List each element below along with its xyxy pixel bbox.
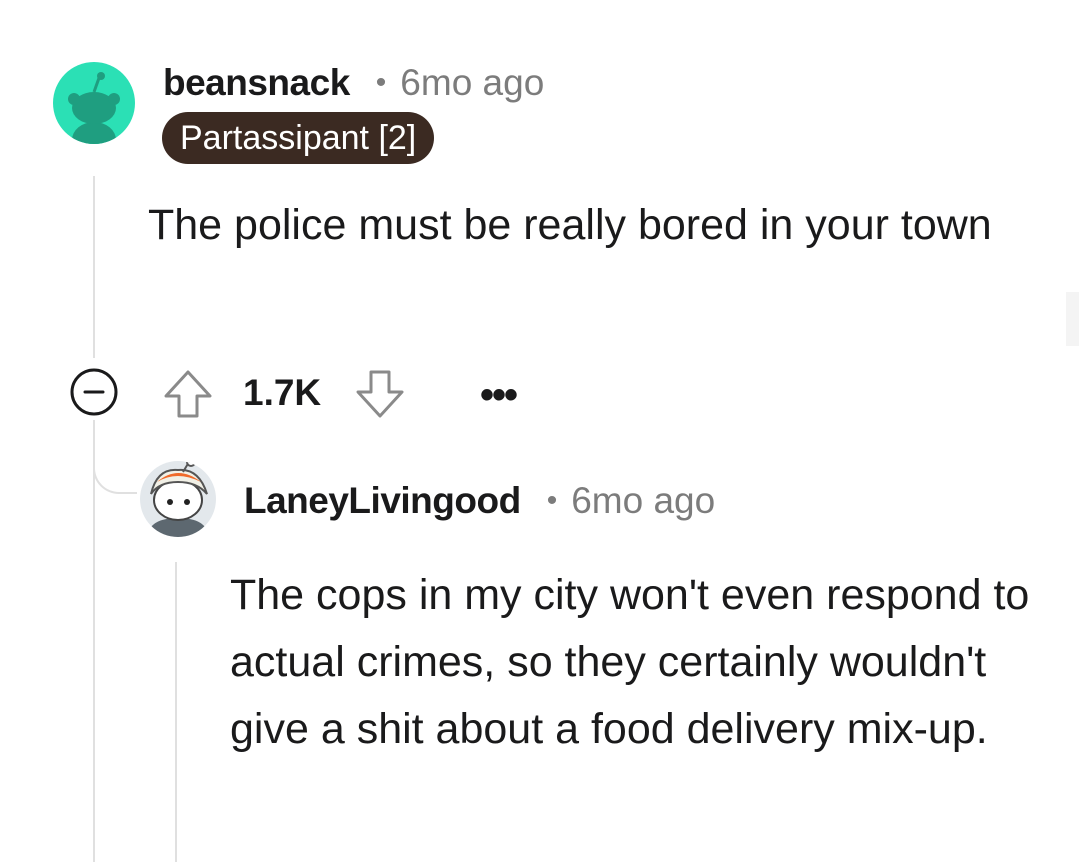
user-flair: Partassipant [2] (162, 112, 435, 164)
timestamp: 6mo ago (571, 480, 716, 521)
separator-dot: • (546, 484, 558, 517)
timestamp: 6mo ago (400, 62, 545, 103)
comment-meta: beansnack • 6mo ago (163, 60, 544, 106)
more-options-button[interactable]: ••• (470, 370, 526, 420)
separator-dot: • (375, 66, 387, 99)
username-link[interactable]: beansnack (163, 62, 350, 104)
upvote-button[interactable] (160, 366, 216, 422)
username-link[interactable]: LaneyLivingood (244, 480, 521, 522)
avatar[interactable] (53, 62, 135, 144)
snoo-avatar-icon (53, 62, 135, 144)
reply-thread-line[interactable] (175, 562, 177, 862)
downvote-button[interactable] (352, 366, 408, 422)
arrow-down-icon (356, 370, 404, 418)
thread-line[interactable] (93, 176, 95, 358)
reply-branch-line (93, 440, 137, 494)
snoo-avatar-icon (140, 461, 216, 537)
minus-circle-icon (70, 368, 118, 416)
collapse-button[interactable] (66, 364, 122, 420)
reply-body: The cops in my city won't even respond t… (230, 571, 1030, 753)
thread-line[interactable] (93, 420, 95, 862)
edge-scroll-tab (1066, 292, 1079, 346)
avatar[interactable] (137, 458, 219, 540)
arrow-up-icon (164, 370, 212, 418)
vote-score: 1.7K (243, 372, 322, 413)
reply-meta: LaneyLivingood • 6mo ago (244, 478, 715, 524)
comment-body: The police must be really bored in your … (148, 201, 992, 249)
